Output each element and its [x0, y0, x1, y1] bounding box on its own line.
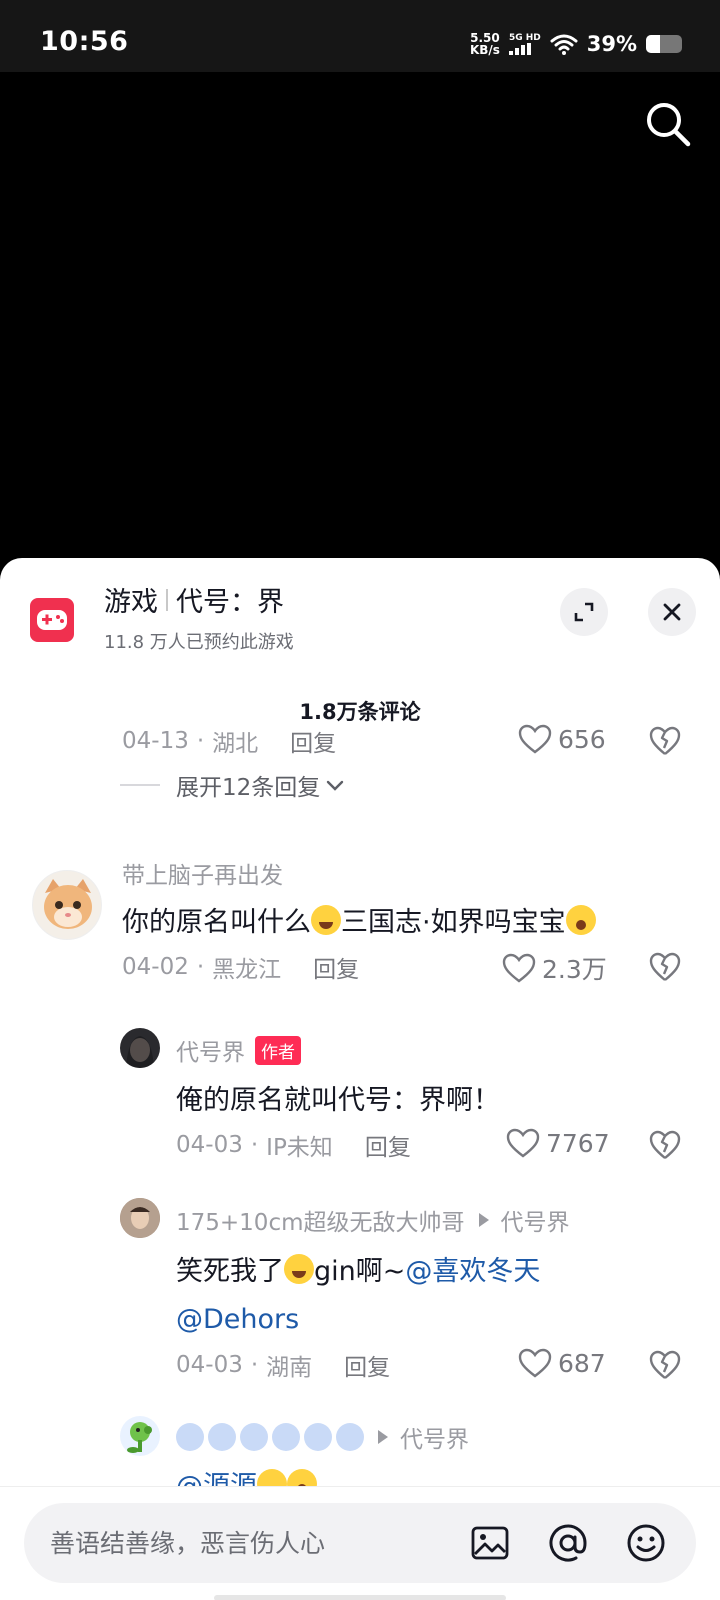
status-indicators: 5.50 KB/s 5G HD 39%: [470, 26, 682, 62]
status-bar: 10:56 5.50 KB/s 5G HD 39%: [0, 0, 720, 72]
reply-date: 04-03: [176, 1352, 243, 1378]
reply-arrow-icon: [478, 1213, 489, 1227]
like-button[interactable]: 2.3万: [502, 950, 607, 986]
comment-meta: 04-13 · 湖北 回复: [122, 724, 336, 758]
heart-icon: [518, 1348, 552, 1378]
game-reservations: 11.8 万人已预约此游戏: [104, 632, 294, 653]
like-button[interactable]: 656: [518, 724, 606, 754]
comment-meta: 04-02 · 黑龙江 回复: [122, 950, 359, 984]
dislike-icon[interactable]: [648, 950, 682, 984]
dislike-icon[interactable]: [648, 724, 682, 758]
laugh-cry-emoji-icon: [284, 1254, 314, 1284]
gamepad-icon: [30, 598, 74, 642]
like-count: 687: [558, 1348, 606, 1378]
comment-input-bar: [0, 1486, 720, 1600]
close-icon: [663, 603, 681, 621]
comment-location: 黑龙江: [212, 957, 282, 983]
cellular-signal-icon: 5G HD: [508, 33, 541, 55]
search-icon[interactable]: [642, 98, 694, 150]
reply-to-user[interactable]: 代号界: [400, 1420, 469, 1454]
comment-input[interactable]: [50, 1503, 470, 1583]
game-header[interactable]: 游戏 代号：界 11.8 万人已预约此游戏: [0, 558, 720, 658]
close-button[interactable]: [648, 588, 696, 636]
wifi-icon: [550, 34, 578, 55]
heart-icon: [502, 953, 536, 983]
battery-percent: 39%: [586, 32, 637, 56]
expand-replies-label: 展开12条回复: [176, 775, 321, 801]
like-count: 656: [558, 724, 606, 754]
username-dots[interactable]: [176, 1423, 364, 1451]
reply-text: 笑死我了 gin啊~@喜欢冬天 @Dehors: [176, 1254, 541, 1335]
reply-username: 175+10cm超级无敌大帅哥 代号界: [176, 1203, 570, 1237]
expand-icon: [574, 602, 594, 622]
reply-date: 04-03: [176, 1132, 243, 1158]
reply-username[interactable]: 代号界 作者: [176, 1033, 301, 1067]
image-icon[interactable]: [468, 1521, 512, 1565]
comment-text: 你的原名叫什么 三国志·如界吗宝宝: [122, 900, 596, 939]
dislike-icon[interactable]: [648, 1348, 682, 1382]
comment-date: 04-13: [122, 728, 189, 754]
expand-button[interactable]: [560, 588, 608, 636]
author-badge: 作者: [255, 1035, 301, 1065]
reply-text: 俺的原名就叫代号：界啊！: [176, 1085, 500, 1116]
comment-count: 1.8万条评论: [299, 700, 421, 724]
reply-button[interactable]: 回复: [290, 724, 336, 758]
home-indicator: [214, 1595, 506, 1600]
dislike-icon[interactable]: [648, 1128, 682, 1162]
expand-replies[interactable]: 展开12条回复: [120, 768, 346, 802]
reply-button[interactable]: 回复: [365, 1128, 411, 1162]
laugh-cry-emoji-icon: [311, 905, 341, 935]
video-player[interactable]: [0, 72, 720, 572]
avatar[interactable]: [120, 1028, 160, 1068]
reply-button[interactable]: 回复: [313, 950, 359, 984]
pleading-face-emoji-icon: [565, 905, 596, 935]
reply-to-user[interactable]: 代号界: [501, 1203, 570, 1237]
comment-input-container[interactable]: [24, 1503, 696, 1583]
like-count: 7767: [546, 1128, 610, 1158]
mention-icon[interactable]: [546, 1521, 590, 1565]
like-button[interactable]: 687: [518, 1348, 606, 1378]
avatar[interactable]: [120, 1198, 160, 1238]
battery-icon: [646, 35, 682, 53]
mention-link[interactable]: @Dehors: [176, 1304, 299, 1335]
comment-date: 04-02: [122, 954, 189, 980]
status-time: 10:56: [40, 26, 129, 57]
heart-icon: [506, 1128, 540, 1158]
title-divider: [166, 588, 168, 611]
game-name: 代号：界: [176, 587, 284, 618]
divider-line: [120, 784, 160, 786]
reply-arrow-icon: [378, 1430, 388, 1444]
comments-sheet: 游戏 代号：界 11.8 万人已预约此游戏 1.8万条评论 04-13 · 湖北…: [0, 558, 720, 1600]
avatar[interactable]: [120, 1416, 160, 1456]
comment-location: 湖北: [212, 731, 259, 757]
like-count: 2.3万: [542, 955, 607, 984]
emoji-icon[interactable]: [624, 1521, 668, 1565]
game-title[interactable]: 游戏 代号：界: [104, 580, 284, 619]
mention-link[interactable]: @喜欢冬天: [405, 1256, 540, 1287]
chevron-down-icon: [327, 780, 344, 791]
avatar[interactable]: [32, 870, 102, 940]
reply-button[interactable]: 回复: [344, 1348, 390, 1382]
reply-location: IP未知: [266, 1135, 333, 1161]
heart-icon: [518, 724, 552, 754]
network-speed: 5.50 KB/s: [469, 31, 500, 57]
comment-username[interactable]: 带上脑子再出发: [122, 856, 283, 890]
reply-location: 湖南: [266, 1355, 313, 1381]
reply-meta: 04-03 · 湖南 回复: [176, 1348, 390, 1382]
game-category: 游戏: [104, 587, 158, 618]
reply-username: 代号界: [176, 1420, 469, 1454]
like-button[interactable]: 7767: [506, 1128, 610, 1158]
reply-meta: 04-03 · IP未知 回复: [176, 1128, 411, 1162]
